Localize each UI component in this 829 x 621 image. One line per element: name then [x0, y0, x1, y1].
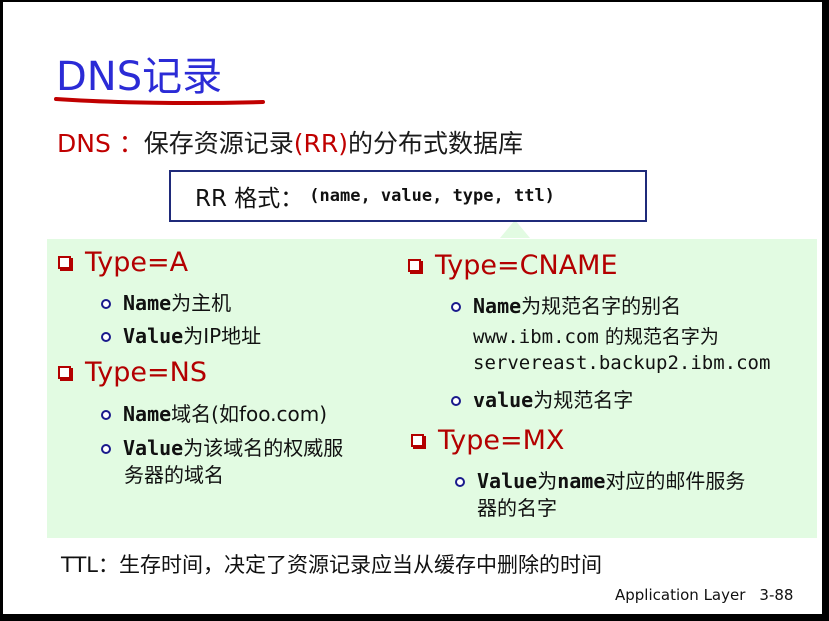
cname-example-line1: www.ibm.com 的规范名字为	[473, 326, 719, 348]
type-a-label: Type=A	[85, 247, 189, 278]
type-ns-item-value: Value 为该域名的权威服	[101, 432, 343, 461]
square-bullet-icon	[58, 366, 71, 379]
type-a-item-value: Value 为IP地址	[101, 320, 261, 349]
circle-bullet-icon	[101, 410, 111, 420]
type-ns-heading: Type=NS	[58, 357, 207, 388]
footer: Application Layer 3-88	[615, 586, 793, 604]
ttl-note: TTL：生存时间，决定了资源记录应当从缓存中删除的时间	[61, 553, 602, 577]
callout-pointer	[500, 220, 530, 238]
type-cname-item-name: Name 为规范名字的别名	[451, 290, 681, 319]
slide: DNS记录 DNS ：保存资源记录(RR)的分布式数据库 RR 格式： (nam…	[3, 2, 822, 614]
circle-bullet-icon	[101, 444, 111, 454]
circle-bullet-icon	[101, 299, 111, 309]
rr-format-fields: (name, value, type, ttl)	[309, 186, 555, 206]
square-bullet-icon	[408, 259, 421, 272]
type-cname-label: Type=CNAME	[435, 250, 618, 281]
circle-bullet-icon	[451, 302, 461, 312]
type-mx-heading: Type=MX	[411, 425, 564, 456]
type-mx-label: Type=MX	[438, 425, 565, 456]
type-cname-heading: Type=CNAME	[408, 250, 618, 281]
circle-bullet-icon	[455, 477, 465, 487]
cname-example-line2: servereast.backup2.ibm.com	[473, 352, 771, 374]
footer-label: Application Layer	[615, 586, 746, 604]
square-bullet-icon	[411, 434, 424, 447]
type-ns-item-value-line2: 务器的域名	[124, 463, 224, 487]
square-bullet-icon	[58, 256, 71, 269]
type-a-heading: Type=A	[58, 247, 188, 278]
page-number: 3-88	[759, 586, 794, 604]
rr-format-label: RR 格式：	[195, 186, 304, 212]
type-mx-item-value: Value 为 name 对应的邮件服务	[455, 465, 745, 494]
rr-format-box: RR 格式： (name, value, type, ttl)	[169, 170, 647, 222]
type-ns-item-name: Name 域名(如foo.com)	[101, 398, 327, 427]
circle-bullet-icon	[101, 332, 111, 342]
type-ns-label: Type=NS	[85, 357, 207, 388]
circle-bullet-icon	[451, 396, 461, 406]
type-a-item-name: Name 为主机	[101, 287, 231, 316]
type-mx-item-value-line2: 器的名字	[477, 496, 557, 520]
type-cname-item-value: value 为规范名字	[451, 384, 633, 413]
